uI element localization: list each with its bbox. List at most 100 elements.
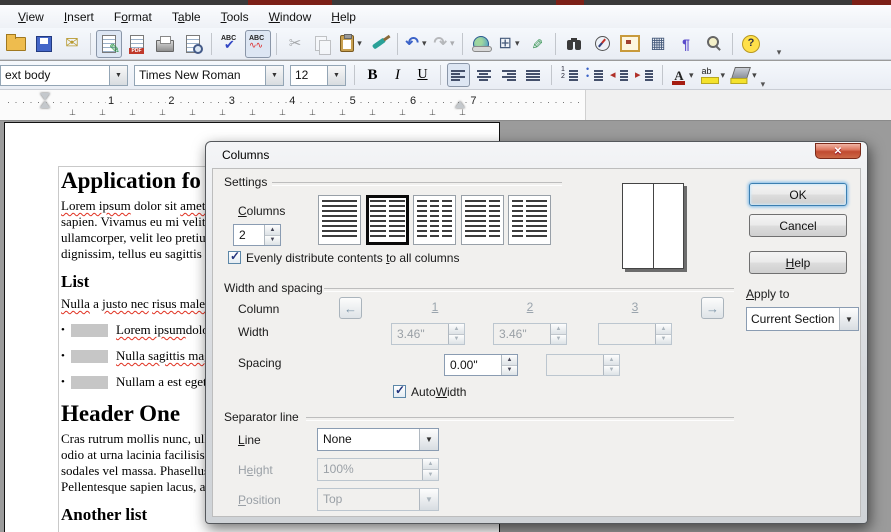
data-sources-button[interactable]: ▦ xyxy=(645,30,671,58)
menu-tools[interactable]: Tools xyxy=(211,7,259,27)
align-center-button[interactable] xyxy=(472,63,495,87)
ok-button[interactable]: OK xyxy=(749,183,847,206)
paragraph-style-value[interactable]: ext body xyxy=(1,68,109,82)
apply-to-dropdown[interactable]: Current Section xyxy=(746,307,859,331)
open-button[interactable] xyxy=(3,30,29,58)
highlighting-button[interactable] xyxy=(699,63,729,87)
print-button[interactable] xyxy=(152,30,178,58)
numbered-list-button[interactable] xyxy=(558,63,581,87)
formatting-marks-button[interactable]: ¶ xyxy=(673,30,699,58)
toolbar-overflow-icon[interactable]: ▾ xyxy=(761,80,766,89)
apply-to-value[interactable]: Current Section xyxy=(747,308,839,330)
font-name-combo[interactable]: Times New Roman xyxy=(134,65,284,86)
zoom-button[interactable] xyxy=(701,30,727,58)
bullet-list-button[interactable] xyxy=(583,63,606,87)
dropdown-arrow-icon[interactable] xyxy=(752,70,757,81)
help-button[interactable]: ? xyxy=(738,30,764,58)
autospellcheck-button[interactable] xyxy=(245,30,271,58)
spelling-button[interactable] xyxy=(217,30,243,58)
line-style-dropdown[interactable]: None xyxy=(317,428,439,451)
italic-button[interactable]: I xyxy=(386,63,409,87)
combo-dropdown-icon[interactable] xyxy=(109,66,127,85)
column-preset-5[interactable] xyxy=(508,195,551,245)
justify-button[interactable] xyxy=(522,63,545,87)
align-right-button[interactable] xyxy=(497,63,520,87)
align-left-button[interactable] xyxy=(447,63,470,87)
spin-down-icon[interactable] xyxy=(265,235,280,246)
line-style-value[interactable]: None xyxy=(318,429,419,450)
underline-button[interactable]: U xyxy=(411,63,434,87)
column-preset-3[interactable] xyxy=(413,195,456,245)
email-button[interactable]: ✉ xyxy=(59,30,85,58)
edit-file-button[interactable] xyxy=(96,30,122,58)
columns-count-value[interactable]: 2 xyxy=(234,225,264,245)
dropdown-arrow-icon[interactable] xyxy=(689,70,694,81)
dropdown-arrow-icon[interactable] xyxy=(357,38,362,49)
redo-button[interactable]: ↷ xyxy=(431,30,457,58)
spacing-1-value[interactable]: 0.00" xyxy=(445,355,501,375)
evenly-distribute-label[interactable]: Evenly distribute contents to all column… xyxy=(246,251,459,265)
indent-marker-top-icon[interactable] xyxy=(40,93,50,100)
paragraph-style-combo[interactable]: ext body xyxy=(0,65,128,86)
autowidth-label[interactable]: AutoWidth xyxy=(411,385,466,399)
dropdown-arrow-icon[interactable] xyxy=(422,38,427,49)
autowidth-checkbox[interactable] xyxy=(393,385,406,398)
dropdown-arrow-icon[interactable] xyxy=(721,70,726,81)
font-color-button[interactable]: A xyxy=(669,63,697,87)
cancel-button[interactable]: Cancel xyxy=(749,214,847,237)
combo-dropdown-icon[interactable] xyxy=(265,66,283,85)
menu-format[interactable]: Format xyxy=(104,7,162,27)
save-button[interactable] xyxy=(31,30,57,58)
column-preset-1[interactable] xyxy=(318,195,361,245)
find-replace-button[interactable] xyxy=(561,30,587,58)
draw-functions-button[interactable]: ✎ xyxy=(524,30,550,58)
column-preset-2[interactable] xyxy=(366,195,409,245)
spin-up-icon[interactable] xyxy=(265,225,280,235)
menu-help[interactable]: Help xyxy=(321,7,366,27)
horizontal-ruler[interactable]: 1234567 ⊥⊥⊥⊥⊥⊥⊥⊥⊥⊥⊥⊥⊥⊥ xyxy=(0,90,891,121)
menu-window[interactable]: Window xyxy=(259,7,322,27)
cut-button[interactable]: ✂ xyxy=(282,30,308,58)
dropdown-arrow-icon[interactable] xyxy=(515,38,520,49)
table-button[interactable]: ⊞ xyxy=(496,30,522,58)
copy-button[interactable] xyxy=(310,30,336,58)
gallery-button[interactable] xyxy=(617,30,643,58)
format-paintbrush-button[interactable] xyxy=(366,30,392,58)
preset-column-lines xyxy=(389,200,405,240)
close-icon[interactable]: ✕ xyxy=(815,143,861,159)
dropdown-arrow-icon[interactable] xyxy=(419,429,438,450)
combo-dropdown-icon[interactable] xyxy=(327,66,345,85)
paste-button[interactable] xyxy=(338,30,364,58)
page-preview-button[interactable] xyxy=(180,30,206,58)
spin-down-icon[interactable] xyxy=(502,365,517,376)
font-size-value[interactable]: 12 xyxy=(291,68,327,82)
right-indent-marker-icon[interactable] xyxy=(455,101,465,108)
bold-button[interactable]: B xyxy=(361,63,384,87)
dropdown-arrow-icon[interactable] xyxy=(450,38,455,49)
spin-up-icon[interactable] xyxy=(502,355,517,365)
undo-button[interactable]: ↶ xyxy=(403,30,429,58)
decrease-indent-button[interactable] xyxy=(608,63,631,87)
dropdown-arrow-icon[interactable] xyxy=(839,308,858,330)
font-size-combo[interactable]: 12 xyxy=(290,65,346,86)
navigator-button[interactable] xyxy=(589,30,615,58)
next-column-button[interactable]: → xyxy=(701,297,724,319)
spacing-1-spinner[interactable]: 0.00" xyxy=(444,354,518,376)
previous-column-button[interactable]: ← xyxy=(339,297,362,319)
spin-buttons[interactable] xyxy=(501,355,517,375)
menu-table[interactable]: Table xyxy=(162,7,211,27)
evenly-distribute-checkbox[interactable] xyxy=(228,251,241,264)
font-name-value[interactable]: Times New Roman xyxy=(135,68,265,82)
column-preset-4[interactable] xyxy=(461,195,504,245)
menu-view[interactable]: View xyxy=(8,7,54,27)
indent-marker-bottom-icon[interactable] xyxy=(40,101,50,108)
toolbar-overflow-button[interactable]: ▾ xyxy=(766,30,792,58)
increase-indent-button[interactable] xyxy=(633,63,656,87)
spin-buttons[interactable] xyxy=(264,225,280,245)
export-pdf-button[interactable] xyxy=(124,30,150,58)
columns-count-spinner[interactable]: 2 xyxy=(233,224,281,246)
menu-insert[interactable]: Insert xyxy=(54,7,104,27)
hyperlink-button[interactable] xyxy=(468,30,494,58)
help-button[interactable]: Help xyxy=(749,251,847,274)
background-color-button[interactable] xyxy=(730,63,760,87)
